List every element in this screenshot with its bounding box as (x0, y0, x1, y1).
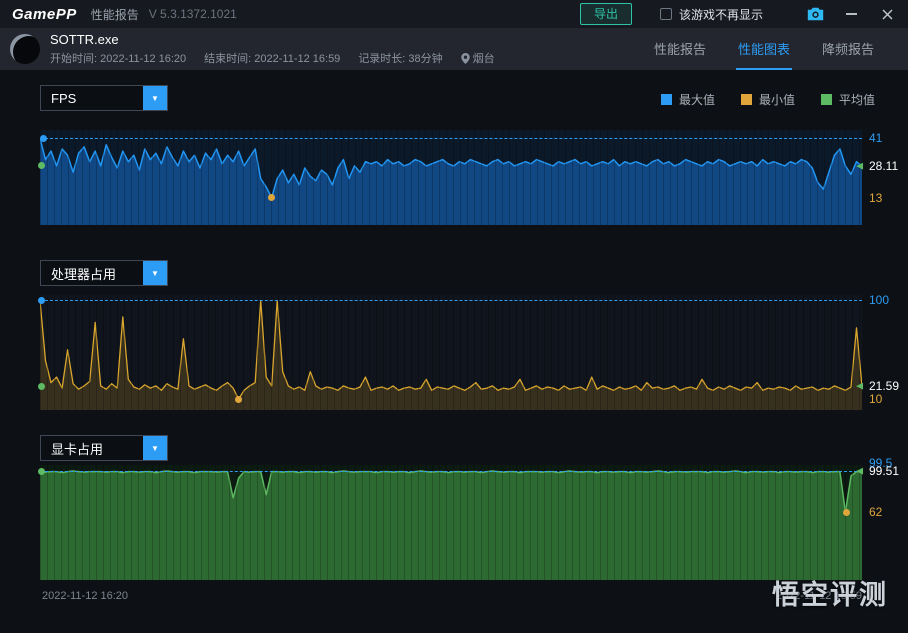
close-button[interactable] (878, 5, 896, 23)
game-header: SOTTR.exe 开始时间: 2022-11-12 16:20 结束时间: 2… (0, 28, 908, 70)
watermark: 悟空评测 (772, 580, 888, 610)
hide-game-label: 该游戏不再显示 (678, 7, 763, 22)
avg-arrow-icon: ◀ (856, 465, 863, 476)
axis-label: 62 (869, 505, 883, 520)
marker-dot (39, 134, 47, 142)
x-axis-start-label: 2022-11-12 16:20 (42, 590, 129, 602)
checkbox-icon[interactable] (659, 8, 672, 20)
end-time-label: 结束时间: 2022-11-12 16:59 (204, 53, 341, 65)
tab-throttle-report[interactable]: 降频报告 (820, 28, 876, 70)
game-info: SOTTR.exe 开始时间: 2022-11-12 16:20 结束时间: 2… (50, 32, 495, 66)
marker-dot (234, 395, 242, 403)
location-label: 烟台 (472, 53, 495, 65)
marker-dot (38, 467, 46, 475)
axis-label: 99.51 (869, 464, 900, 478)
titlebar: GamePP 性能报告 V 5.3.1372.1021 导出 该游戏不再显示 (0, 0, 908, 28)
hide-game-checkbox[interactable]: 该游戏不再显示 (659, 6, 763, 23)
close-icon (882, 9, 892, 19)
location-pin-icon (460, 52, 470, 64)
axis-label: 100 (869, 293, 890, 308)
app-subtitle: 性能报告 (90, 7, 139, 22)
fps-chart: 41 28.11 ◀ 13 (38, 130, 898, 225)
chart-line (40, 299, 862, 400)
axis-label: 10 (869, 392, 883, 407)
selector-value[interactable]: FPS (41, 86, 143, 110)
avg-arrow-icon: ◀ (856, 380, 863, 391)
version-label: V 5.3.1372.1021 (148, 7, 237, 21)
start-time-label: 开始时间: 2022-11-12 16:20 (50, 53, 187, 65)
legend-item-max: 最大值 (660, 91, 715, 108)
gpu-chart-plot (40, 470, 862, 580)
legend-avg-label: 平均值 (838, 93, 875, 107)
axis-label: 41 (869, 131, 883, 146)
legend-min-label: 最小值 (758, 93, 795, 107)
axis-label: 28.11 (869, 158, 899, 173)
marker-dot (842, 508, 850, 516)
minimize-button[interactable] (842, 5, 860, 23)
gamepp-window: GamePP 性能报告 V 5.3.1372.1021 导出 该游戏不再显示 S… (0, 0, 908, 633)
chevron-down-icon[interactable]: ▼ (143, 436, 167, 460)
screenshot-camera-icon[interactable] (807, 7, 824, 21)
gpu-usage-chart: 99.5 99.51 ◀ 62 (38, 456, 899, 580)
metric-selector-cpu[interactable]: 处理器占用 ▼ (40, 260, 168, 286)
charts-content: FPS ▼ 最大值 最小值 平均值 41 28.11 ◀ 13 处理器占用 ▼ … (0, 70, 908, 633)
metric-selector-fps[interactable]: FPS ▼ (40, 85, 168, 111)
legend-item-avg: 平均值 (820, 91, 875, 108)
selector-value[interactable]: 处理器占用 (41, 261, 143, 285)
game-icon (10, 34, 40, 64)
duration-label: 记录时长: 38分钟 (358, 53, 443, 65)
chevron-down-icon[interactable]: ▼ (143, 86, 167, 110)
game-meta: 开始时间: 2022-11-12 16:20 结束时间: 2022-11-12 … (50, 50, 495, 66)
game-name: SOTTR.exe (50, 32, 119, 47)
avg-swatch-icon (820, 94, 832, 105)
min-swatch-icon (740, 94, 752, 105)
chevron-down-icon[interactable]: ▼ (143, 261, 167, 285)
legend-item-min: 最小值 (740, 91, 795, 108)
chart-legend: 最大值 最小值 平均值 (660, 91, 875, 108)
cpu-usage-chart: 100 21.59 ◀ 10 (38, 293, 899, 410)
max-swatch-icon (660, 94, 672, 105)
app-logo: GamePP (12, 5, 77, 23)
tab-performance-charts[interactable]: 性能图表 (735, 28, 792, 70)
chart-area (40, 471, 862, 580)
location: 烟台 (460, 50, 495, 66)
fps-chart-plot (40, 138, 862, 225)
metric-selector-gpu[interactable]: 显卡占用 ▼ (40, 435, 168, 461)
tab-performance-report[interactable]: 性能报告 (652, 28, 708, 70)
legend-max-label: 最大值 (678, 93, 715, 107)
report-tabs: 性能报告 性能图表 降频报告 (652, 28, 876, 70)
cpu-chart-plot (40, 299, 862, 410)
axis-label: 13 (869, 190, 883, 205)
selector-value[interactable]: 显卡占用 (41, 436, 143, 460)
export-button[interactable]: 导出 (579, 3, 632, 25)
chart-area (40, 138, 862, 225)
minimize-icon (845, 13, 857, 15)
marker-dot (38, 382, 46, 390)
avg-arrow-icon: ◀ (856, 160, 863, 171)
chart-area (40, 300, 862, 410)
